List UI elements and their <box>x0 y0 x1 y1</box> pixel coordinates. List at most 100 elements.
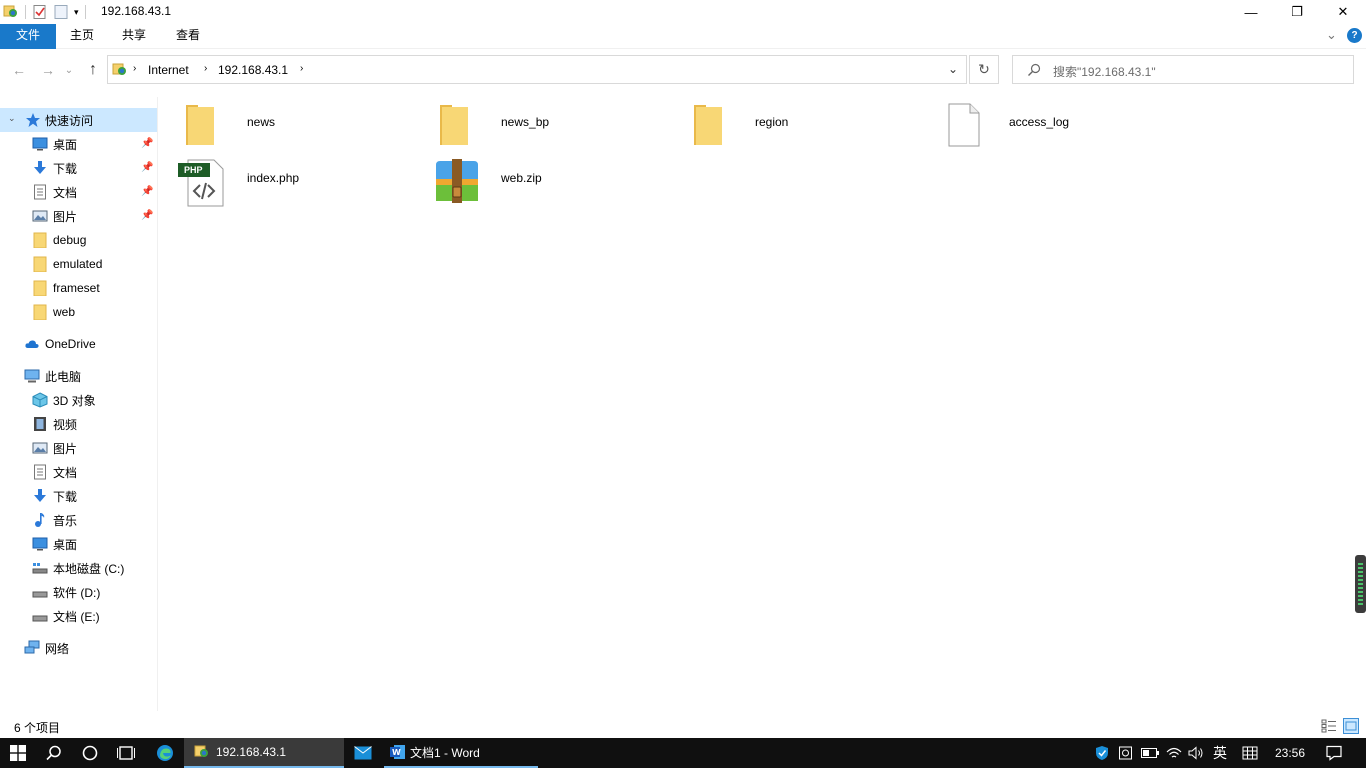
sidebar-item-videos[interactable]: 视频 <box>0 412 157 436</box>
music-icon <box>35 513 45 527</box>
title-bar: ▾ 192.168.43.1 — ❐ ✕ <box>0 0 1366 24</box>
windows-start-icon[interactable] <box>0 738 36 768</box>
close-button[interactable]: ✕ <box>1320 0 1366 24</box>
tab-home[interactable]: 主页 <box>58 24 106 47</box>
battery-icon[interactable] <box>1140 738 1160 768</box>
status-bar: 6 个项目 <box>0 715 1366 737</box>
address-dropdown-icon[interactable]: ⌄ <box>948 62 958 76</box>
address-bar[interactable]: › Internet › 192.168.43.1 › ⌄ <box>107 55 967 84</box>
sidebar-item-label: 图片 <box>53 209 78 224</box>
details-view-icon[interactable] <box>1321 719 1337 733</box>
ime-mode-icon[interactable] <box>1238 738 1262 768</box>
sidebar-item-label: 软件 (D:) <box>53 585 101 600</box>
breadcrumb-separator-icon[interactable]: › <box>300 63 303 74</box>
up-button[interactable]: ↑ <box>83 60 103 80</box>
sidebar-item-label: 桌面 <box>53 537 78 552</box>
document-icon <box>34 184 46 200</box>
file-name: access_log <box>1009 115 1070 129</box>
file-item-access-log[interactable]: access_log <box>938 99 1178 151</box>
file-item-web-zip[interactable]: web.zip <box>430 155 670 207</box>
sidebar-item-label: debug <box>53 233 87 247</box>
sidebar-item-documents-pc[interactable]: 文档 <box>0 460 157 484</box>
sidebar-item-desktop[interactable]: 桌面 📌 <box>0 132 157 156</box>
network-folder-icon <box>194 745 208 757</box>
sidebar-item-debug[interactable]: debug <box>0 228 157 252</box>
folder-icon <box>33 304 47 320</box>
breadcrumb-separator-icon[interactable]: › <box>204 63 207 74</box>
item-count: 6 个项目 <box>14 721 61 735</box>
cortana-icon[interactable] <box>72 738 108 768</box>
sidebar-item-frameset[interactable]: frameset <box>0 276 157 300</box>
file-item-news[interactable]: news <box>176 99 416 151</box>
file-item-region[interactable]: region <box>684 99 924 151</box>
breadcrumb-separator-icon[interactable]: › <box>133 63 136 74</box>
sidebar-item-downloads-pc[interactable]: 下载 <box>0 484 157 508</box>
folder-icon <box>33 280 47 296</box>
expand-ribbon-icon[interactable]: ⌄ <box>1326 27 1337 43</box>
refresh-button[interactable]: ↻ <box>969 55 999 84</box>
sidebar-item-music[interactable]: 音乐 <box>0 508 157 532</box>
search-box[interactable]: 搜索"192.168.43.1" <box>1012 55 1354 84</box>
breadcrumb-internet[interactable]: Internet <box>148 63 189 77</box>
sidebar-item-drive-c[interactable]: 本地磁盘 (C:) <box>0 556 157 580</box>
taskbar: 192.168.43.1 W 文档1 - Word 英 23:56 <box>0 738 1366 768</box>
sidebar-item-desktop-pc[interactable]: 桌面 <box>0 532 157 556</box>
sidebar-item-network[interactable]: 网络 <box>0 636 157 660</box>
large-icons-view-icon[interactable] <box>1343 718 1359 734</box>
sidebar-item-drive-e[interactable]: 文档 (E:) <box>0 604 157 628</box>
desktop-icon <box>32 537 48 551</box>
taskbar-app-explorer[interactable]: 192.168.43.1 <box>184 738 344 768</box>
clock[interactable]: 23:56 <box>1268 738 1312 768</box>
sidebar-item-label: 文档 <box>53 465 78 480</box>
file-item-news-bp[interactable]: news_bp <box>430 99 670 151</box>
sidebar-item-this-pc[interactable]: 此电脑 <box>0 364 157 388</box>
sidebar-item-label: 文档 <box>53 185 78 200</box>
folder-icon <box>33 232 47 248</box>
notification-icon[interactable] <box>1322 738 1346 768</box>
sidebar-item-pictures-pc[interactable]: 图片 <box>0 436 157 460</box>
breadcrumb-host[interactable]: 192.168.43.1 <box>218 63 288 77</box>
picture-icon <box>32 442 48 454</box>
file-name: web.zip <box>501 171 542 185</box>
file-name: index.php <box>247 171 300 185</box>
sidebar-item-drive-d[interactable]: 软件 (D:) <box>0 580 157 604</box>
restore-button[interactable]: ❐ <box>1274 0 1320 24</box>
php-badge: PHP <box>184 165 203 175</box>
sidebar-item-pictures[interactable]: 图片 📌 <box>0 204 157 228</box>
sidebar-item-documents[interactable]: 文档 📌 <box>0 180 157 204</box>
sidebar-item-label: 3D 对象 <box>53 393 96 408</box>
taskbar-app-word[interactable]: W 文档1 - Word <box>384 738 538 768</box>
mail-icon[interactable] <box>345 738 381 768</box>
sidebar-item-label: 文档 (E:) <box>53 609 100 624</box>
help-icon[interactable]: ? <box>1347 28 1362 43</box>
recent-locations-button[interactable]: ⌄ <box>62 60 76 80</box>
sidebar-item-quick-access[interactable]: ⌄ 快速访问 <box>0 108 157 132</box>
properties-icon[interactable] <box>32 4 48 20</box>
back-button[interactable]: ← <box>9 60 29 80</box>
minimize-button[interactable]: — <box>1228 0 1274 24</box>
wifi-icon[interactable] <box>1164 738 1184 768</box>
task-view-icon[interactable] <box>108 738 144 768</box>
edge-browser-icon[interactable] <box>147 738 183 768</box>
customize-toolbar-icon[interactable]: ▾ <box>74 7 79 18</box>
file-item-index-php[interactable]: PHP index.php <box>176 155 416 207</box>
sidebar-item-emulated[interactable]: emulated <box>0 252 157 276</box>
device-icon[interactable] <box>1116 738 1136 768</box>
sidebar-item-label: web <box>53 305 76 319</box>
sidebar-item-3d-objects[interactable]: 3D 对象 <box>0 388 157 412</box>
volume-icon[interactable] <box>1186 738 1206 768</box>
chevron-down-icon[interactable]: ⌄ <box>8 113 16 124</box>
sidebar-item-onedrive[interactable]: OneDrive <box>0 332 157 356</box>
security-shield-icon[interactable] <box>1092 738 1112 768</box>
scrollbar-thumb[interactable] <box>1355 555 1366 613</box>
forward-button[interactable]: → <box>38 60 58 80</box>
star-icon <box>26 113 40 127</box>
ime-indicator[interactable]: 英 <box>1208 738 1232 768</box>
tab-view[interactable]: 查看 <box>164 24 212 47</box>
tab-share[interactable]: 共享 <box>110 24 158 47</box>
sidebar-item-downloads[interactable]: 下载 📌 <box>0 156 157 180</box>
new-folder-icon[interactable] <box>54 4 68 20</box>
sidebar-item-web[interactable]: web <box>0 300 157 324</box>
search-icon[interactable] <box>36 738 72 768</box>
window-title: 192.168.43.1 <box>101 4 172 18</box>
